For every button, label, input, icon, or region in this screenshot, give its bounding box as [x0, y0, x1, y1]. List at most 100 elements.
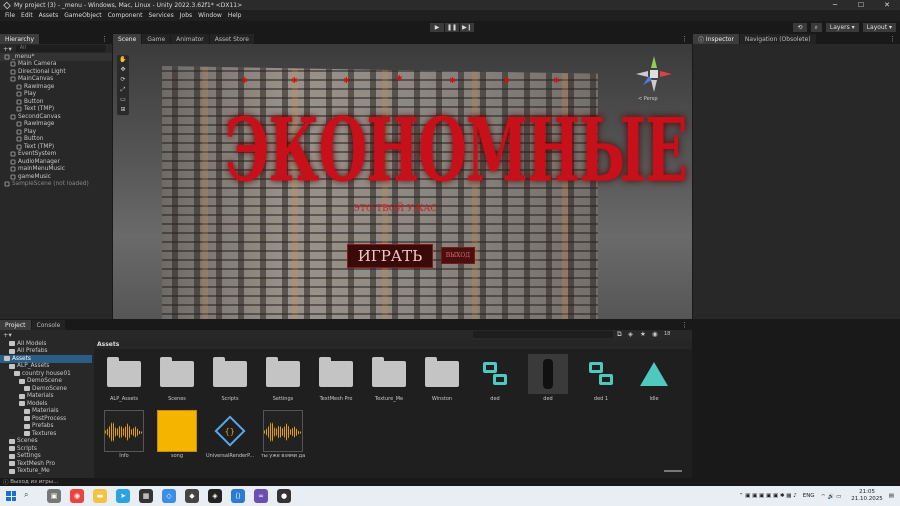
- project-tree-item[interactable]: country house01: [0, 370, 92, 378]
- menu-file[interactable]: File: [5, 12, 15, 19]
- hierarchy-item[interactable]: Button: [0, 98, 112, 106]
- hierarchy-item[interactable]: mainMenuMusic: [0, 166, 112, 174]
- more-icon[interactable]: ⋮: [681, 321, 688, 329]
- project-tree-item[interactable]: Scenes: [0, 438, 92, 446]
- asset-item[interactable]: Info: [100, 410, 148, 459]
- language-indicator[interactable]: ENG: [803, 493, 815, 499]
- hierarchy-item[interactable]: AudioManager: [0, 158, 112, 166]
- project-tree-item[interactable]: DemoScene: [0, 378, 92, 386]
- hierarchy-item[interactable]: Play: [0, 91, 112, 99]
- maximize-button[interactable]: ☐: [848, 1, 874, 9]
- hierarchy-item[interactable]: _menu*: [0, 53, 112, 61]
- asset-item[interactable]: TextMesh Pro: [312, 354, 360, 402]
- scene-viewport[interactable]: ✱ ✱ ✱ ✱ ✱ ✱ ✱ ЭКОНОМНЫЕ ЭТО ТВОЙ УЖАС ИГ…: [113, 44, 692, 319]
- project-tree-item[interactable]: Prefabs: [0, 423, 92, 431]
- tab-hierarchy[interactable]: Hierarchy: [0, 34, 40, 44]
- step-button[interactable]: ▶❙: [460, 23, 474, 32]
- add-icon[interactable]: +▾: [3, 45, 12, 53]
- hierarchy-item[interactable]: EventSystem: [0, 151, 112, 159]
- asset-item[interactable]: Texture_Me: [365, 354, 413, 402]
- hierarchy-item[interactable]: Text (TMP): [0, 106, 112, 114]
- hierarchy-item[interactable]: Play: [0, 128, 112, 136]
- hierarchy-search-input[interactable]: All: [15, 45, 106, 52]
- hand-tool-icon[interactable]: ✋: [117, 55, 129, 65]
- asset-item[interactable]: Winston: [418, 354, 466, 402]
- asset-item[interactable]: Idle: [630, 354, 678, 402]
- hierarchy-item[interactable]: Text (TMP): [0, 143, 112, 151]
- project-tree-item[interactable]: ALP_Assets: [0, 363, 92, 371]
- hierarchy-item[interactable]: SecondCanvas: [0, 113, 112, 121]
- asset-item[interactable]: Scenes: [153, 354, 201, 402]
- minimize-button[interactable]: ─: [822, 1, 848, 9]
- orientation-gizmo[interactable]: < Persp: [634, 54, 674, 102]
- game-exit-button[interactable]: ВЫХОД: [441, 247, 475, 264]
- unity-hub-icon[interactable]: ◆: [185, 489, 199, 503]
- transform-tool-icon[interactable]: ⊞: [117, 105, 129, 115]
- visibility-icon[interactable]: ◉: [652, 330, 658, 338]
- project-tree-item[interactable]: All Models: [0, 340, 92, 348]
- rotate-tool-icon[interactable]: ⟳: [117, 75, 129, 85]
- hierarchy-item[interactable]: Directional Light: [0, 68, 112, 76]
- menu-assets[interactable]: Assets: [39, 12, 59, 19]
- hierarchy-item[interactable]: MainCanvas: [0, 76, 112, 84]
- notifications-icon[interactable]: ▤: [889, 493, 894, 499]
- tab-game[interactable]: Game: [142, 34, 171, 44]
- project-tree-item[interactable]: Textures: [0, 430, 92, 438]
- add-icon[interactable]: +▾: [3, 331, 12, 339]
- play-button[interactable]: ▶: [430, 23, 444, 32]
- tab-animator[interactable]: Animator: [171, 34, 209, 44]
- project-tree-item[interactable]: Assets: [0, 355, 92, 363]
- app-icon[interactable]: ◇: [162, 489, 176, 503]
- search-icon[interactable]: ⌕: [24, 490, 38, 502]
- menu-gameobject[interactable]: GameObject: [64, 12, 101, 19]
- tab-navigation[interactable]: Navigation (Obsolete): [739, 34, 816, 44]
- tab-asset-store[interactable]: Asset Store: [209, 34, 254, 44]
- asset-item[interactable]: {} UniversalRenderP...: [206, 411, 254, 459]
- project-search-input[interactable]: [473, 331, 613, 338]
- layers-dropdown[interactable]: Layers ▾: [825, 23, 859, 32]
- close-button[interactable]: ✕: [874, 1, 900, 9]
- menu-component[interactable]: Component: [108, 12, 143, 19]
- layout-dropdown[interactable]: Layout ▾: [862, 23, 896, 32]
- wifi-icon[interactable]: ⌔ 🔊 ▭: [821, 493, 842, 500]
- project-tree-item[interactable]: Materials: [0, 393, 92, 401]
- tab-inspector[interactable]: ⓘ Inspector: [693, 34, 739, 44]
- hierarchy-item[interactable]: gameMusic: [0, 173, 112, 181]
- asset-item[interactable]: ALP_Assets: [100, 354, 148, 402]
- project-tree-item[interactable]: Texture_Me: [0, 468, 92, 476]
- tray-icons[interactable]: ⌃ ▣ ▣ ▣ ▣ ▣ ✱ ▦ ♪: [739, 493, 797, 499]
- asset-item[interactable]: ded: [524, 354, 572, 402]
- hierarchy-item[interactable]: RawImage: [0, 121, 112, 129]
- game-play-button[interactable]: ИГРАТЬ: [347, 244, 433, 268]
- asset-item[interactable]: ded 1: [577, 354, 625, 402]
- hierarchy-item[interactable]: RawImage: [0, 83, 112, 91]
- menu-services[interactable]: Services: [148, 12, 173, 19]
- zoom-slider[interactable]: [664, 470, 682, 472]
- project-tree-item[interactable]: Materials: [0, 408, 92, 416]
- vscode-icon[interactable]: ⟨⟩: [231, 489, 245, 503]
- windows-start-icon[interactable]: [6, 491, 16, 501]
- hierarchy-item[interactable]: Button: [0, 136, 112, 144]
- project-tree-item[interactable]: All Prefabs: [0, 348, 92, 356]
- filter-label-icon[interactable]: ◈: [628, 330, 633, 338]
- breadcrumb[interactable]: Assets: [94, 340, 692, 349]
- telegram-icon[interactable]: ➤: [116, 489, 130, 503]
- asset-item[interactable]: Settings: [259, 354, 307, 402]
- app-icon[interactable]: ●: [277, 489, 291, 503]
- scale-tool-icon[interactable]: ⤢: [117, 85, 129, 95]
- rect-tool-icon[interactable]: ▭: [117, 95, 129, 105]
- pause-button[interactable]: ❚❚: [445, 23, 459, 32]
- app-icon[interactable]: ▦: [139, 489, 153, 503]
- asset-item[interactable]: ты уже взями да: [259, 410, 307, 459]
- menu-jobs[interactable]: Jobs: [180, 12, 192, 19]
- persp-label[interactable]: < Persp: [638, 96, 658, 102]
- project-tree-item[interactable]: DemoScene: [0, 385, 92, 393]
- asset-item[interactable]: ded: [471, 354, 519, 402]
- hierarchy-item[interactable]: SampleScene (not loaded): [0, 181, 112, 189]
- tab-project[interactable]: Project: [0, 320, 31, 330]
- chrome-icon[interactable]: ◉: [70, 489, 84, 503]
- project-tree-item[interactable]: Scripts: [0, 445, 92, 453]
- more-icon[interactable]: ⋮: [681, 35, 688, 43]
- hierarchy-item[interactable]: Main Camera: [0, 61, 112, 69]
- project-tree-item[interactable]: PostProcess: [0, 415, 92, 423]
